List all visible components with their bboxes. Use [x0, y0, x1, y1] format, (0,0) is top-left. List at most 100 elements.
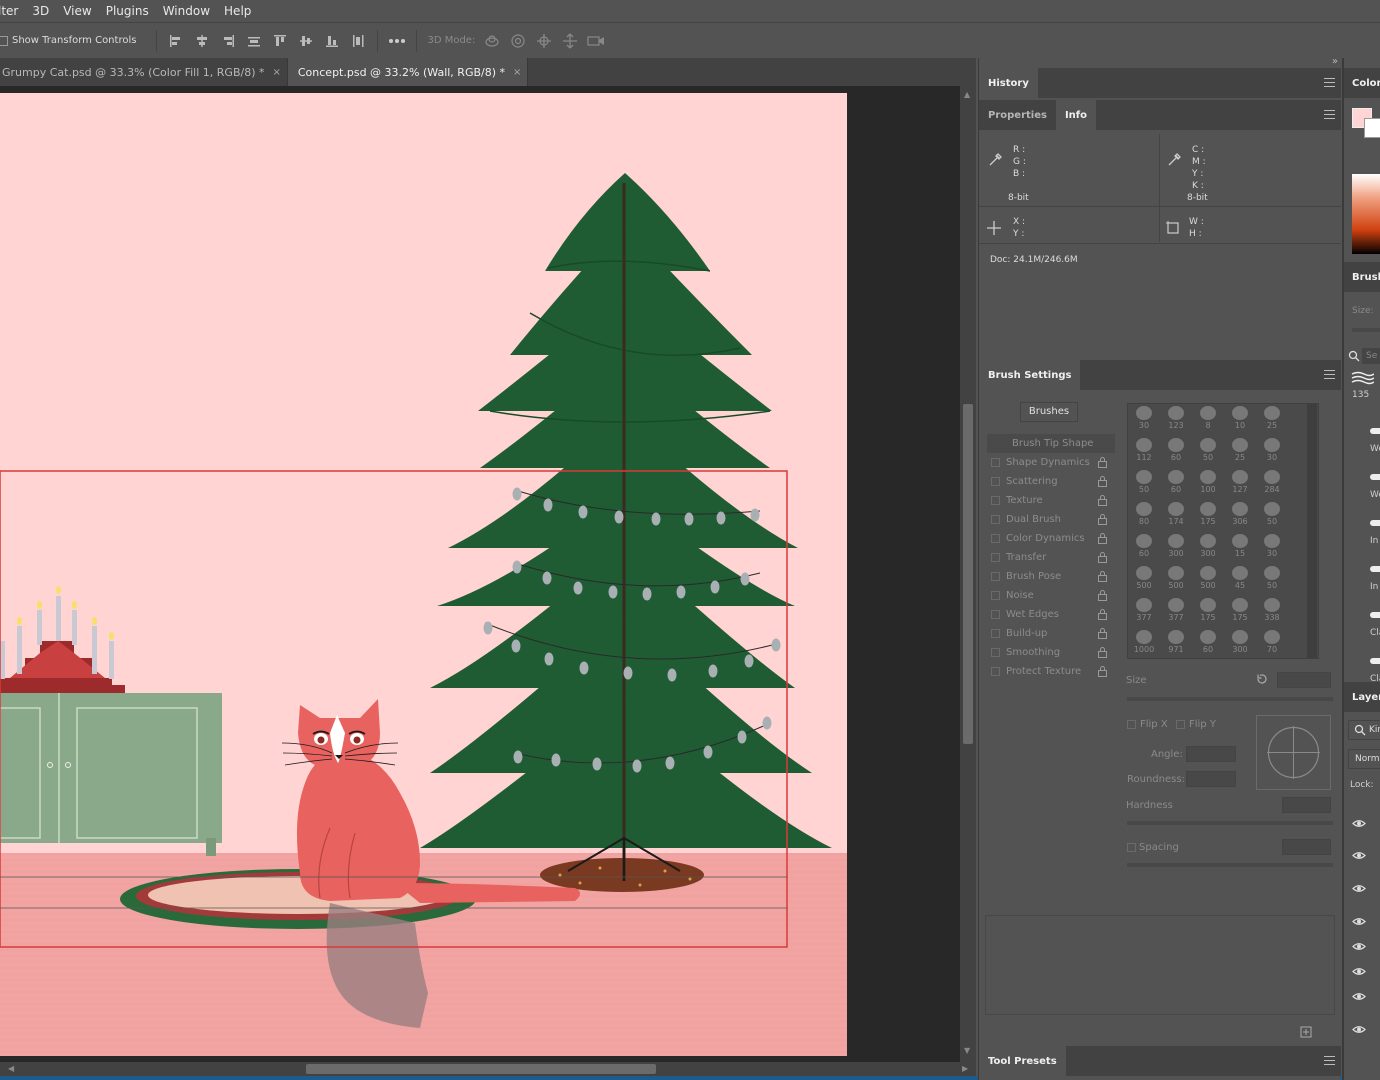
lock-icon[interactable] — [1098, 476, 1107, 487]
scroll-thumb[interactable] — [963, 404, 973, 744]
collapse-panels-icon[interactable]: » — [1332, 56, 1338, 67]
brushes-button[interactable]: Brushes — [1020, 402, 1078, 422]
lock-icon[interactable] — [1098, 533, 1107, 544]
3d-pan-icon[interactable] — [534, 31, 554, 51]
brush-tip[interactable]: 25 — [1224, 436, 1256, 468]
brush-angle-preview[interactable] — [1256, 715, 1331, 790]
brush-option-item[interactable]: Scattering — [987, 472, 1115, 491]
scroll-right-icon[interactable]: ▶ — [962, 1064, 968, 1073]
artboard[interactable] — [0, 93, 847, 1056]
brush-stroke-preview-icon[interactable] — [1370, 520, 1380, 526]
option-checkbox[interactable] — [991, 477, 1000, 486]
layer-kind-filter[interactable]: Kin — [1348, 720, 1380, 740]
brush-option-item[interactable]: Protect Texture — [987, 662, 1115, 681]
brush-tip[interactable]: 112 — [1128, 436, 1160, 468]
brush-tip[interactable]: 300 — [1192, 532, 1224, 564]
brush-stroke-preview-icon[interactable] — [1370, 658, 1380, 664]
visibility-eye-icon[interactable] — [1352, 967, 1366, 976]
brush-name[interactable]: In — [1370, 582, 1378, 592]
brush-tip[interactable]: 50 — [1128, 468, 1160, 500]
tab-concept[interactable]: Concept.psd @ 33.2% (Wall, RGB/8) * × — [287, 58, 529, 86]
brush-tip[interactable]: 15 — [1224, 532, 1256, 564]
close-icon[interactable]: × — [513, 67, 521, 78]
tab-brushes[interactable]: Brushe — [1352, 272, 1380, 283]
brush-option-item[interactable]: Dual Brush — [987, 510, 1115, 529]
brush-tip[interactable]: 80 — [1128, 500, 1160, 532]
brush-option-item[interactable]: Transfer — [987, 548, 1115, 567]
menu-help[interactable]: Help — [217, 0, 258, 22]
panel-menu-icon[interactable] — [1324, 110, 1335, 119]
brush-option-item[interactable]: Noise — [987, 586, 1115, 605]
option-checkbox[interactable] — [991, 667, 1000, 676]
visibility-eye-icon[interactable] — [1352, 942, 1366, 951]
color-picker-field[interactable] — [1352, 174, 1380, 254]
angle-field[interactable] — [1186, 746, 1236, 762]
lock-icon[interactable] — [1098, 590, 1107, 601]
brush-option-item[interactable]: Wet Edges — [987, 605, 1115, 624]
reset-size-icon[interactable] — [1255, 673, 1267, 685]
visibility-eye-icon[interactable] — [1352, 851, 1366, 860]
brush-option-item[interactable]: Color Dynamics — [987, 529, 1115, 548]
brush-preset-icon[interactable] — [1350, 370, 1374, 386]
menu-plugins[interactable]: Plugins — [99, 0, 156, 22]
brush-option-item[interactable]: Brush Pose — [987, 567, 1115, 586]
option-checkbox[interactable] — [991, 591, 1000, 600]
brush-tip[interactable]: 300 — [1224, 628, 1256, 658]
brush-tip[interactable]: 50 — [1192, 436, 1224, 468]
brush-option-item[interactable]: Smoothing — [987, 643, 1115, 662]
brush-tip[interactable]: 50 — [1256, 500, 1288, 532]
brush-tip[interactable]: 30 — [1256, 436, 1288, 468]
brush-tip[interactable]: 175 — [1224, 596, 1256, 628]
lock-icon[interactable] — [1098, 552, 1107, 563]
flip-x-checkbox[interactable] — [1127, 720, 1136, 729]
brush-tip[interactable]: 377 — [1160, 596, 1192, 628]
show-transform-checkbox[interactable] — [0, 35, 8, 46]
more-options-icon[interactable] — [387, 31, 407, 51]
option-checkbox[interactable] — [991, 648, 1000, 657]
brush-stroke-preview-icon[interactable] — [1370, 566, 1380, 572]
lock-icon[interactable] — [1098, 571, 1107, 582]
visibility-eye-icon[interactable] — [1352, 819, 1366, 828]
lock-icon[interactable] — [1098, 647, 1107, 658]
brush-tip[interactable]: 338 — [1256, 596, 1288, 628]
3d-orbit-icon[interactable] — [482, 31, 502, 51]
tab-properties[interactable]: Properties — [979, 100, 1056, 130]
brush-tip[interactable]: 10 — [1224, 404, 1256, 436]
brush-stroke-preview-icon[interactable] — [1370, 474, 1380, 480]
brush-tip[interactable]: 1000 — [1128, 628, 1160, 658]
brush-tip[interactable]: 25 — [1256, 404, 1288, 436]
tab-brush-settings[interactable]: Brush Settings — [979, 360, 1081, 390]
brush-tip[interactable]: 377 — [1128, 596, 1160, 628]
tab-grumpy-cat[interactable]: Grumpy Cat.psd @ 33.3% (Color Fill 1, RG… — [0, 58, 288, 86]
brush-tip[interactable]: 971 — [1160, 628, 1192, 658]
menu-3d[interactable]: 3D — [25, 0, 56, 22]
option-checkbox[interactable] — [991, 458, 1000, 467]
brush-tip[interactable]: 500 — [1160, 564, 1192, 596]
brush-option-item[interactable]: Shape Dynamics — [987, 453, 1115, 472]
align-bottom-icon[interactable] — [322, 31, 342, 51]
scroll-up-icon[interactable]: ▲ — [964, 90, 970, 99]
size-slider[interactable] — [1127, 697, 1333, 701]
brush-tip[interactable]: 60 — [1192, 628, 1224, 658]
align-right-icon[interactable] — [218, 31, 238, 51]
horizontal-scrollbar[interactable]: ◀ ▶ — [0, 1062, 976, 1076]
hardness-field[interactable] — [1282, 797, 1331, 813]
visibility-eye-icon[interactable] — [1352, 917, 1366, 926]
brush-tip[interactable]: 60 — [1160, 436, 1192, 468]
tab-history[interactable]: History — [979, 68, 1038, 98]
brush-name[interactable]: In — [1370, 536, 1378, 546]
brush-tip[interactable]: 30 — [1128, 404, 1160, 436]
3d-camera-icon[interactable] — [586, 31, 606, 51]
option-checkbox[interactable] — [991, 515, 1000, 524]
brush-tip[interactable]: 123 — [1160, 404, 1192, 436]
brush-tip[interactable]: 284 — [1256, 468, 1288, 500]
lock-icon[interactable] — [1098, 609, 1107, 620]
brush-tip[interactable]: 60 — [1160, 468, 1192, 500]
scroll-thumb[interactable] — [306, 1064, 656, 1074]
canvas-area[interactable] — [0, 86, 960, 1062]
3d-slide-icon[interactable] — [560, 31, 580, 51]
brush-tip[interactable]: 174 — [1160, 500, 1192, 532]
option-checkbox[interactable] — [991, 610, 1000, 619]
align-center-h-icon[interactable] — [192, 31, 212, 51]
brush-option-item[interactable]: Build-up — [987, 624, 1115, 643]
